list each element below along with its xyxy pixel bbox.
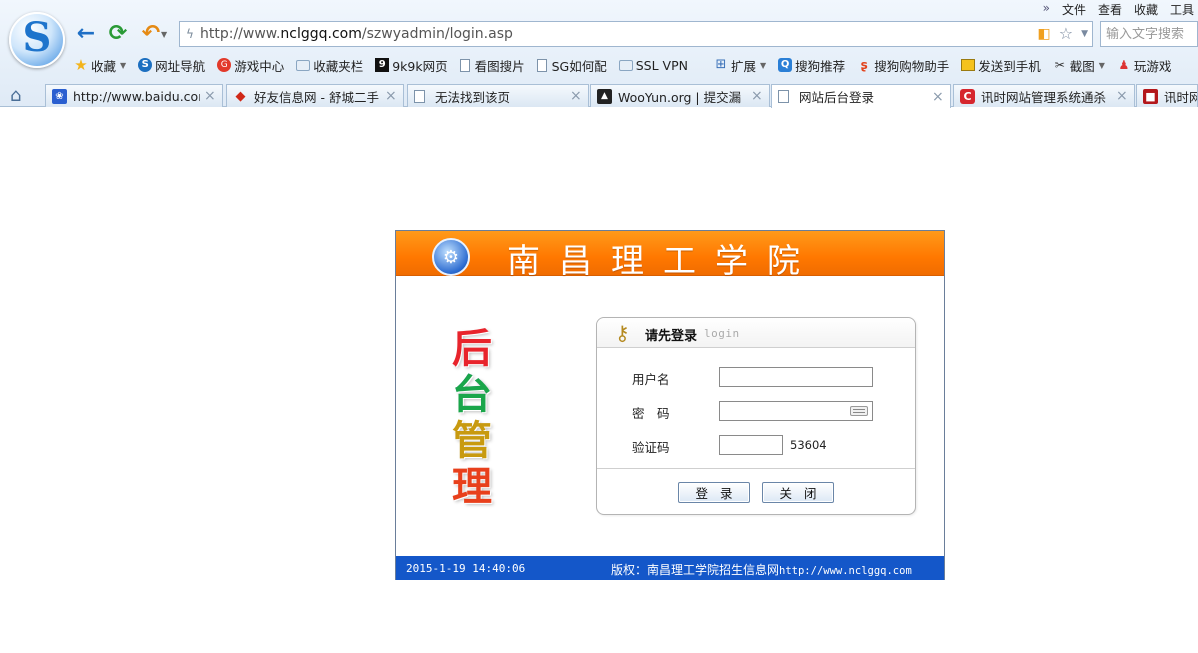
login-title: 请先登录 — [645, 329, 698, 344]
bookmark-nav[interactable]: S 网址导航 — [138, 56, 205, 75]
address-dropdown-icon[interactable]: ▼ — [1081, 29, 1088, 39]
footer-copyright: 版权：南昌理工学院招生信息网http://www.nclggq.com — [611, 563, 912, 577]
bookmark-play-games[interactable]: ♟ 玩游戏 — [1117, 56, 1172, 75]
captcha-code: 53604 — [790, 438, 827, 452]
tab-close-icon[interactable]: × — [932, 89, 946, 105]
xunshi-icon: ■ — [1143, 88, 1158, 104]
haoyou-icon: ◆ — [235, 88, 246, 104]
tab-close-icon[interactable]: × — [385, 88, 399, 104]
password-label: 密 码 — [632, 406, 670, 421]
footer-url: http://www.nclggq.com — [779, 565, 912, 577]
login-box-header: ⚷ 请先登录 login — [597, 318, 915, 348]
undo-icon[interactable]: ↶ — [139, 22, 163, 46]
menu-overflow-chevron-icon[interactable]: » — [1043, 1, 1050, 19]
s-logo-icon: S — [138, 58, 153, 72]
school-header: ⚙ 南昌理工学院 — [396, 231, 944, 280]
bookmark-image-search[interactable]: 看图搜片 — [459, 56, 525, 75]
tab-xunshi-2[interactable]: ■ 讯时网 — [1136, 84, 1198, 107]
divider — [597, 468, 915, 469]
username-input[interactable] — [719, 367, 873, 387]
tab-xunshi[interactable]: C 讯时网站管理系统通杀 × — [953, 84, 1135, 107]
bookmark-extensions[interactable]: ⊞ 扩展 ▼ — [714, 56, 767, 75]
bookmark-folder-bar[interactable]: 收藏夹栏 — [296, 56, 363, 75]
sogou-icon: Q — [778, 58, 793, 72]
search-box[interactable] — [1100, 21, 1198, 47]
tab-haoyou[interactable]: ◆ 好友信息网 - 舒城二手 × — [226, 84, 404, 107]
bookmark-game-center[interactable]: G 游戏中心 — [217, 56, 284, 75]
bookmark-send-to-phone[interactable]: 发送到手机 — [961, 56, 1041, 75]
tab-close-icon[interactable]: × — [570, 88, 584, 104]
bookmark-ssl-vpn[interactable]: SSL VPN — [618, 58, 688, 73]
key-icon: ⚷ — [615, 321, 630, 345]
xunshi-icon: C — [960, 88, 975, 104]
bookmark-favorites[interactable]: ★ 收藏 ▼ — [74, 56, 126, 75]
menu-tools[interactable]: 工具 — [1170, 1, 1194, 19]
refresh-icon[interactable]: ⟳ — [106, 22, 130, 46]
phone-icon — [961, 59, 976, 71]
browser-chrome: S » 文件 查看 收藏 工具 ← ⟳ ↶ ▼ ϟ http://www.ncl… — [0, 0, 1198, 108]
tab-close-icon[interactable]: × — [1116, 88, 1130, 104]
tab-close-icon[interactable]: × — [204, 88, 218, 104]
page-icon — [536, 58, 547, 72]
tab-strip: ⌂ ❀ http://www.baidu.com × ◆ 好友信息网 - 舒城二… — [0, 82, 1198, 108]
address-url[interactable]: http://www.nclggq.com/szwyadmin/login.as… — [200, 26, 513, 42]
login-box: ⚷ 请先登录 login 用户名 密 码 验证码 53604 登录 关闭 — [596, 317, 916, 515]
school-emblem-icon: ⚙ — [432, 238, 470, 276]
baidu-paw-icon: ❀ — [52, 88, 67, 104]
page-icon — [778, 90, 789, 103]
9k-icon: 9 — [375, 58, 390, 72]
login-subtitle: login — [704, 327, 740, 340]
tab-page-not-found[interactable]: 无法找到该页 × — [407, 84, 589, 107]
login-button[interactable]: 登录 — [678, 482, 750, 503]
search-input[interactable] — [1106, 26, 1198, 42]
add-favorite-icon[interactable]: ◧ — [1038, 26, 1051, 42]
close-button[interactable]: 关闭 — [762, 482, 834, 503]
sogou-browser-logo[interactable]: S — [9, 12, 65, 68]
admin-side-title: 后 台 管 理 — [452, 326, 516, 531]
bookmark-sg[interactable]: SG如何配 — [536, 56, 607, 75]
folder-icon — [618, 59, 633, 71]
wooyun-icon: ▲ — [597, 88, 612, 104]
tab-admin-login[interactable]: 网站后台登录 × — [771, 84, 951, 108]
folder-icon — [296, 59, 311, 71]
address-bar[interactable]: ϟ http://www.nclggq.com/szwyadmin/login.… — [179, 21, 1093, 47]
school-name: 南昌理工学院 — [507, 241, 819, 280]
game-icon: G — [217, 58, 232, 72]
grid-icon: ⊞ — [715, 57, 727, 72]
star-icon: ★ — [74, 56, 88, 74]
bookmark-9k9k[interactable]: 9 9k9k网页 — [375, 56, 448, 75]
footer-bar: 2015-1-19 14:40:06 版权：南昌理工学院招生信息网http://… — [396, 556, 944, 580]
menu-view[interactable]: 查看 — [1098, 1, 1122, 19]
menu-bar: » 文件 查看 收藏 工具 — [1043, 1, 1198, 19]
page-icon — [414, 89, 425, 103]
tab-wooyun[interactable]: ▲ WooYun.org | 提交漏 × — [590, 84, 770, 107]
bookmark-shopping-helper[interactable]: ʂ 搜狗购物助手 — [857, 56, 950, 75]
captcha-label: 验证码 — [632, 440, 670, 455]
shopping-icon: ʂ — [860, 58, 868, 72]
virtual-keyboard-icon[interactable] — [850, 406, 868, 416]
undo-dropdown-caret-icon[interactable]: ▼ — [161, 30, 167, 39]
bookmark-star-icon[interactable]: ☆ — [1059, 24, 1073, 43]
lightning-icon: ϟ — [186, 27, 194, 41]
bookmarks-bar: ★ 收藏 ▼ S 网址导航 G 游戏中心 收藏夹栏 9 9k9k网页 看图搜片 SG如何配… — [74, 54, 1183, 76]
username-label: 用户名 — [632, 372, 670, 387]
footer-datetime: 2015-1-19 14:40:06 — [406, 562, 526, 575]
back-arrow-icon[interactable]: ← — [74, 22, 98, 46]
login-frame: ⚙ 南昌理工学院 后 台 管 理 ⚷ 请先登录 login 用户名 密 码 验证… — [395, 230, 945, 580]
home-icon[interactable]: ⌂ — [10, 85, 21, 106]
play-icon: ♟ — [1118, 58, 1130, 72]
tab-baidu[interactable]: ❀ http://www.baidu.com × — [45, 84, 223, 107]
menu-favorites[interactable]: 收藏 — [1134, 1, 1158, 19]
tab-close-icon[interactable]: × — [751, 88, 765, 104]
scissors-icon: ✂ — [1054, 58, 1065, 72]
menu-file[interactable]: 文件 — [1062, 1, 1086, 19]
bookmark-sogou-recommend[interactable]: Q 搜狗推荐 — [778, 56, 845, 75]
captcha-input[interactable] — [719, 435, 783, 455]
page-icon — [459, 58, 470, 72]
bookmark-screenshot[interactable]: ✂ 截图 ▼ — [1053, 56, 1105, 75]
